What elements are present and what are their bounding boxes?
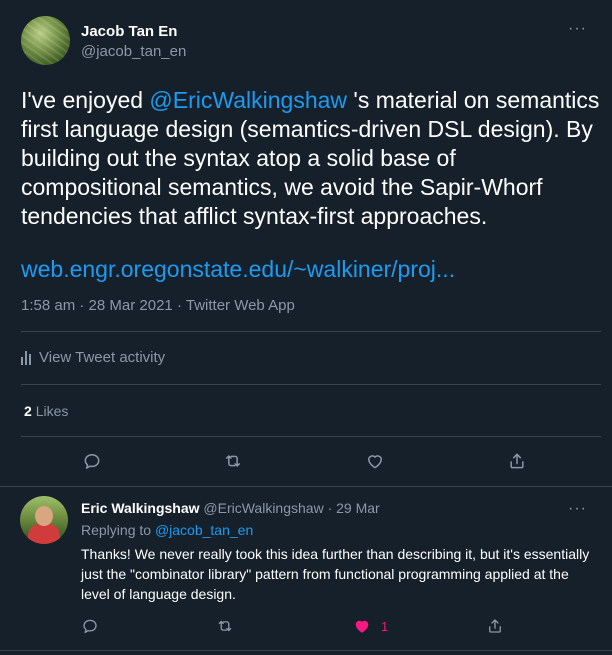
reply-retweet-button[interactable] (216, 616, 234, 636)
share-icon (489, 619, 501, 633)
tweet-separator (0, 486, 612, 487)
reply-author-name[interactable]: Eric Walkingshaw (81, 500, 200, 516)
share-button[interactable] (505, 449, 529, 473)
avatar-shirt (28, 524, 60, 544)
divider (21, 331, 601, 332)
more-icon[interactable]: ··· (568, 20, 587, 38)
reply-reply-button[interactable] (81, 616, 99, 636)
avatar-face (35, 506, 53, 526)
reply-button[interactable] (80, 449, 104, 473)
meta-separator: · (79, 297, 89, 314)
mention-link[interactable]: @EricWalkingshaw (149, 87, 347, 113)
author-name[interactable]: Jacob Tan En (81, 23, 177, 40)
reply-more-icon[interactable]: ··· (568, 500, 587, 518)
reply-author-handle[interactable]: @EricWalkingshaw (203, 500, 323, 516)
external-link[interactable]: web.engr.oregonstate.edu/~walkiner/proj.… (21, 256, 455, 283)
reply-separator: · (327, 500, 337, 516)
tweet-source[interactable]: Twitter Web App (186, 297, 295, 314)
reply-header: Eric Walkingshaw @EricWalkingshaw · 29 M… (81, 500, 380, 516)
like-icon-filled (355, 620, 369, 633)
reply-author-avatar[interactable] (20, 496, 68, 544)
replying-to-link[interactable]: @jacob_tan_en (155, 522, 253, 538)
retweet-icon (218, 620, 232, 632)
author-avatar[interactable] (21, 16, 70, 65)
reply-like-count: 1 (381, 618, 389, 634)
tweet-time[interactable]: 1:58 am (21, 297, 75, 314)
meta-separator: · (176, 297, 186, 314)
reply-text: Thanks! We never really took this idea f… (81, 546, 590, 602)
replying-prefix: Replying to (81, 522, 155, 538)
activity-label: View Tweet activity (39, 349, 166, 366)
view-activity-button[interactable]: View Tweet activity (21, 349, 165, 366)
tweet-date[interactable]: 28 Mar 2021 (89, 297, 173, 314)
author-handle[interactable]: @jacob_tan_en (81, 43, 186, 60)
tweet-text: I've enjoyed @EricWalkingshaw 's materia… (21, 86, 601, 231)
bar-chart-icon (21, 350, 31, 365)
reply-icon (83, 619, 97, 634)
likes-count: 2 (24, 403, 32, 419)
main-tweet: Jacob Tan En @jacob_tan_en ··· I've enjo… (0, 0, 612, 487)
divider (21, 436, 601, 437)
reply-date[interactable]: 29 Mar (336, 500, 380, 516)
tweet-text-start: I've enjoyed (21, 87, 150, 113)
replying-to: Replying to @jacob_tan_en (81, 522, 253, 538)
likes-label: Likes (35, 403, 69, 419)
reply-icon (84, 454, 100, 469)
like-button[interactable] (363, 449, 387, 473)
retweet-button[interactable] (221, 449, 245, 473)
reply-share-button[interactable] (486, 616, 504, 636)
tweet-meta: 1:58 am · 28 Mar 2021 · Twitter Web App (21, 297, 295, 314)
reply-like-button[interactable]: 1 (353, 616, 388, 636)
retweet-icon (226, 455, 240, 467)
likes-stat[interactable]: 2 Likes (24, 403, 68, 419)
like-icon (368, 455, 382, 469)
bottom-separator (0, 650, 612, 651)
divider (21, 384, 601, 385)
share-icon (510, 453, 524, 469)
